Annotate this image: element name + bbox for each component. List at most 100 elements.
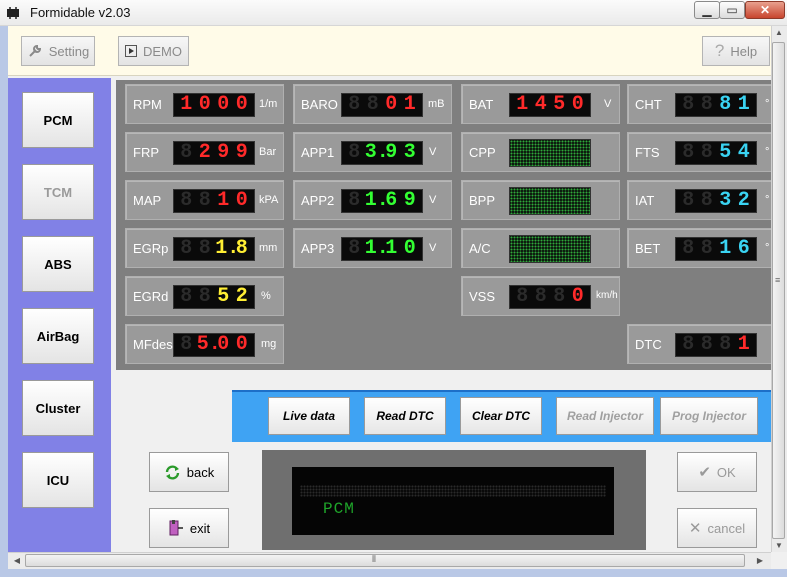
display-digit: 9 [217,141,230,164]
display-digit: 8 [198,189,211,212]
bargraph-display [509,139,591,167]
close-button[interactable]: ✕ [745,1,785,19]
gauge-label: VSS [469,289,496,304]
display-digit: 2 [737,189,750,212]
gauge-unit: km/h [596,290,618,301]
gauge-unit: ° [765,242,770,254]
bargraph-display [509,235,591,263]
scroll-right-arrow-icon[interactable]: ▶ [754,556,766,565]
grip-icon: ⦀ [372,554,376,564]
bargraph-display [509,187,591,215]
gauge-cpp: CPP [461,132,620,172]
display-digit: 0 [235,93,248,116]
display-digit: 8 [516,285,529,308]
gauge-cht: CHT 8881 ° [627,84,786,124]
exit-button[interactable]: exit [149,508,229,548]
display-digit: 8 [682,93,695,116]
demo-label: DEMO [143,43,182,59]
sidebar-item-pcm[interactable]: PCM [22,92,94,148]
display-digit: 8 [682,189,695,212]
gauge-iat: IAT 8832 ° [627,180,786,220]
sidebar-item-label: PCM [43,112,73,128]
app-icon [7,7,19,19]
seven-segment-display: 8881 [675,93,757,117]
read-dtc-button[interactable]: Read DTC [364,397,446,435]
sidebar-item-cluster[interactable]: Cluster [22,380,94,436]
display-digit: 8 [700,237,713,260]
sidebar-item-abs[interactable]: ABS [22,236,94,292]
display-digit: 0 [198,93,211,116]
display-digit: 5 [553,93,566,116]
help-button[interactable]: ? Help [702,36,770,66]
display-digit: 0 [217,93,230,116]
display-digit: 8 [700,93,713,116]
gauge-map: MAP 8810 kPA [125,180,284,220]
gauge-bet: BET 8816 ° [627,228,786,268]
display-digit: 2 [235,285,248,308]
gauge-egrd: EGRd 8852 % [125,276,284,316]
back-button[interactable]: back [149,452,229,492]
gauge-label: FRP [133,145,159,160]
seven-segment-display: 8 1. 6 9 [341,189,423,213]
vertical-scroll-thumb[interactable] [772,42,785,539]
display-digit: 8 [700,189,713,212]
display-digit: 6 [737,237,750,260]
clear-dtc-button[interactable]: Clear DTC [460,397,542,435]
display-digit: 8 [366,93,379,116]
gauge-app2: APP2 8 1. 6 9 V [293,180,452,220]
gauge-label: IAT [635,193,655,208]
display-digit: 8 [180,189,193,212]
question-icon: ? [714,41,725,60]
display-digit: 0 [571,285,584,308]
gauge-unit: % [261,290,271,302]
seven-segment-display: 8854 [675,141,757,165]
sidebar-item-airbag[interactable]: AirBag [22,308,94,364]
gauge-unit: ° [765,194,770,206]
cancel-x-icon: ✕ [688,520,702,537]
display-digit: 9 [385,141,398,164]
display-digit: 1 [217,189,230,212]
read-injector-button[interactable]: Read Injector [556,397,654,435]
display-digit: 9 [235,141,248,164]
vfd-text: PCM [323,500,355,518]
display-digit: 1 [737,93,750,116]
display-digit: 9 [403,189,416,212]
demo-button[interactable]: DEMO [118,36,189,66]
display-digit: 8 [348,93,361,116]
prog-injector-button[interactable]: Prog Injector [660,397,758,435]
display-digit: 8 [719,333,732,356]
gauge-vss: VSS 8880 km/h [461,276,620,316]
maximize-button[interactable]: ▭ [719,1,745,19]
gauge-unit: mB [428,98,445,110]
seven-segment-display: 8832 [675,189,757,213]
seven-segment-display: 8852 [173,285,255,309]
sidebar-item-label: ICU [46,472,70,488]
gauge-label: EGRp [133,241,169,256]
gauge-label: DTC [635,337,662,352]
sidebar-item-label: ABS [44,256,72,272]
cancel-button[interactable]: ✕ cancel [677,508,757,548]
scroll-up-arrow-icon[interactable]: ▲ [773,28,785,37]
sidebar-item-icu[interactable]: ICU [22,452,94,508]
button-label: Prog Injector [671,409,746,423]
scroll-down-arrow-icon[interactable]: ▼ [773,541,785,550]
exit-door-icon [169,520,183,536]
grip-icon: ≡ [775,275,781,285]
seven-segment-display: 8881 [675,333,757,357]
setting-button[interactable]: Setting [21,36,95,66]
button-label: exit [189,520,211,536]
help-label: Help [730,43,758,59]
sidebar-item-tcm[interactable]: TCM [22,164,94,220]
scroll-left-arrow-icon[interactable]: ◀ [11,556,23,565]
ok-button[interactable]: ✔ OK [677,452,757,492]
display-digit: 0 [385,93,398,116]
setting-label: Setting [48,43,90,59]
live-data-button[interactable]: Live data [268,397,350,435]
horizontal-scroll-thumb[interactable] [25,554,745,567]
gauge-unit: V [429,242,437,254]
display-digit: 8 [348,141,361,164]
gauge-label: BARO [301,97,338,112]
seven-segment-display: 8880 [509,285,591,309]
minimize-button[interactable]: ▁ [694,1,720,19]
window-frame-left [0,26,8,571]
